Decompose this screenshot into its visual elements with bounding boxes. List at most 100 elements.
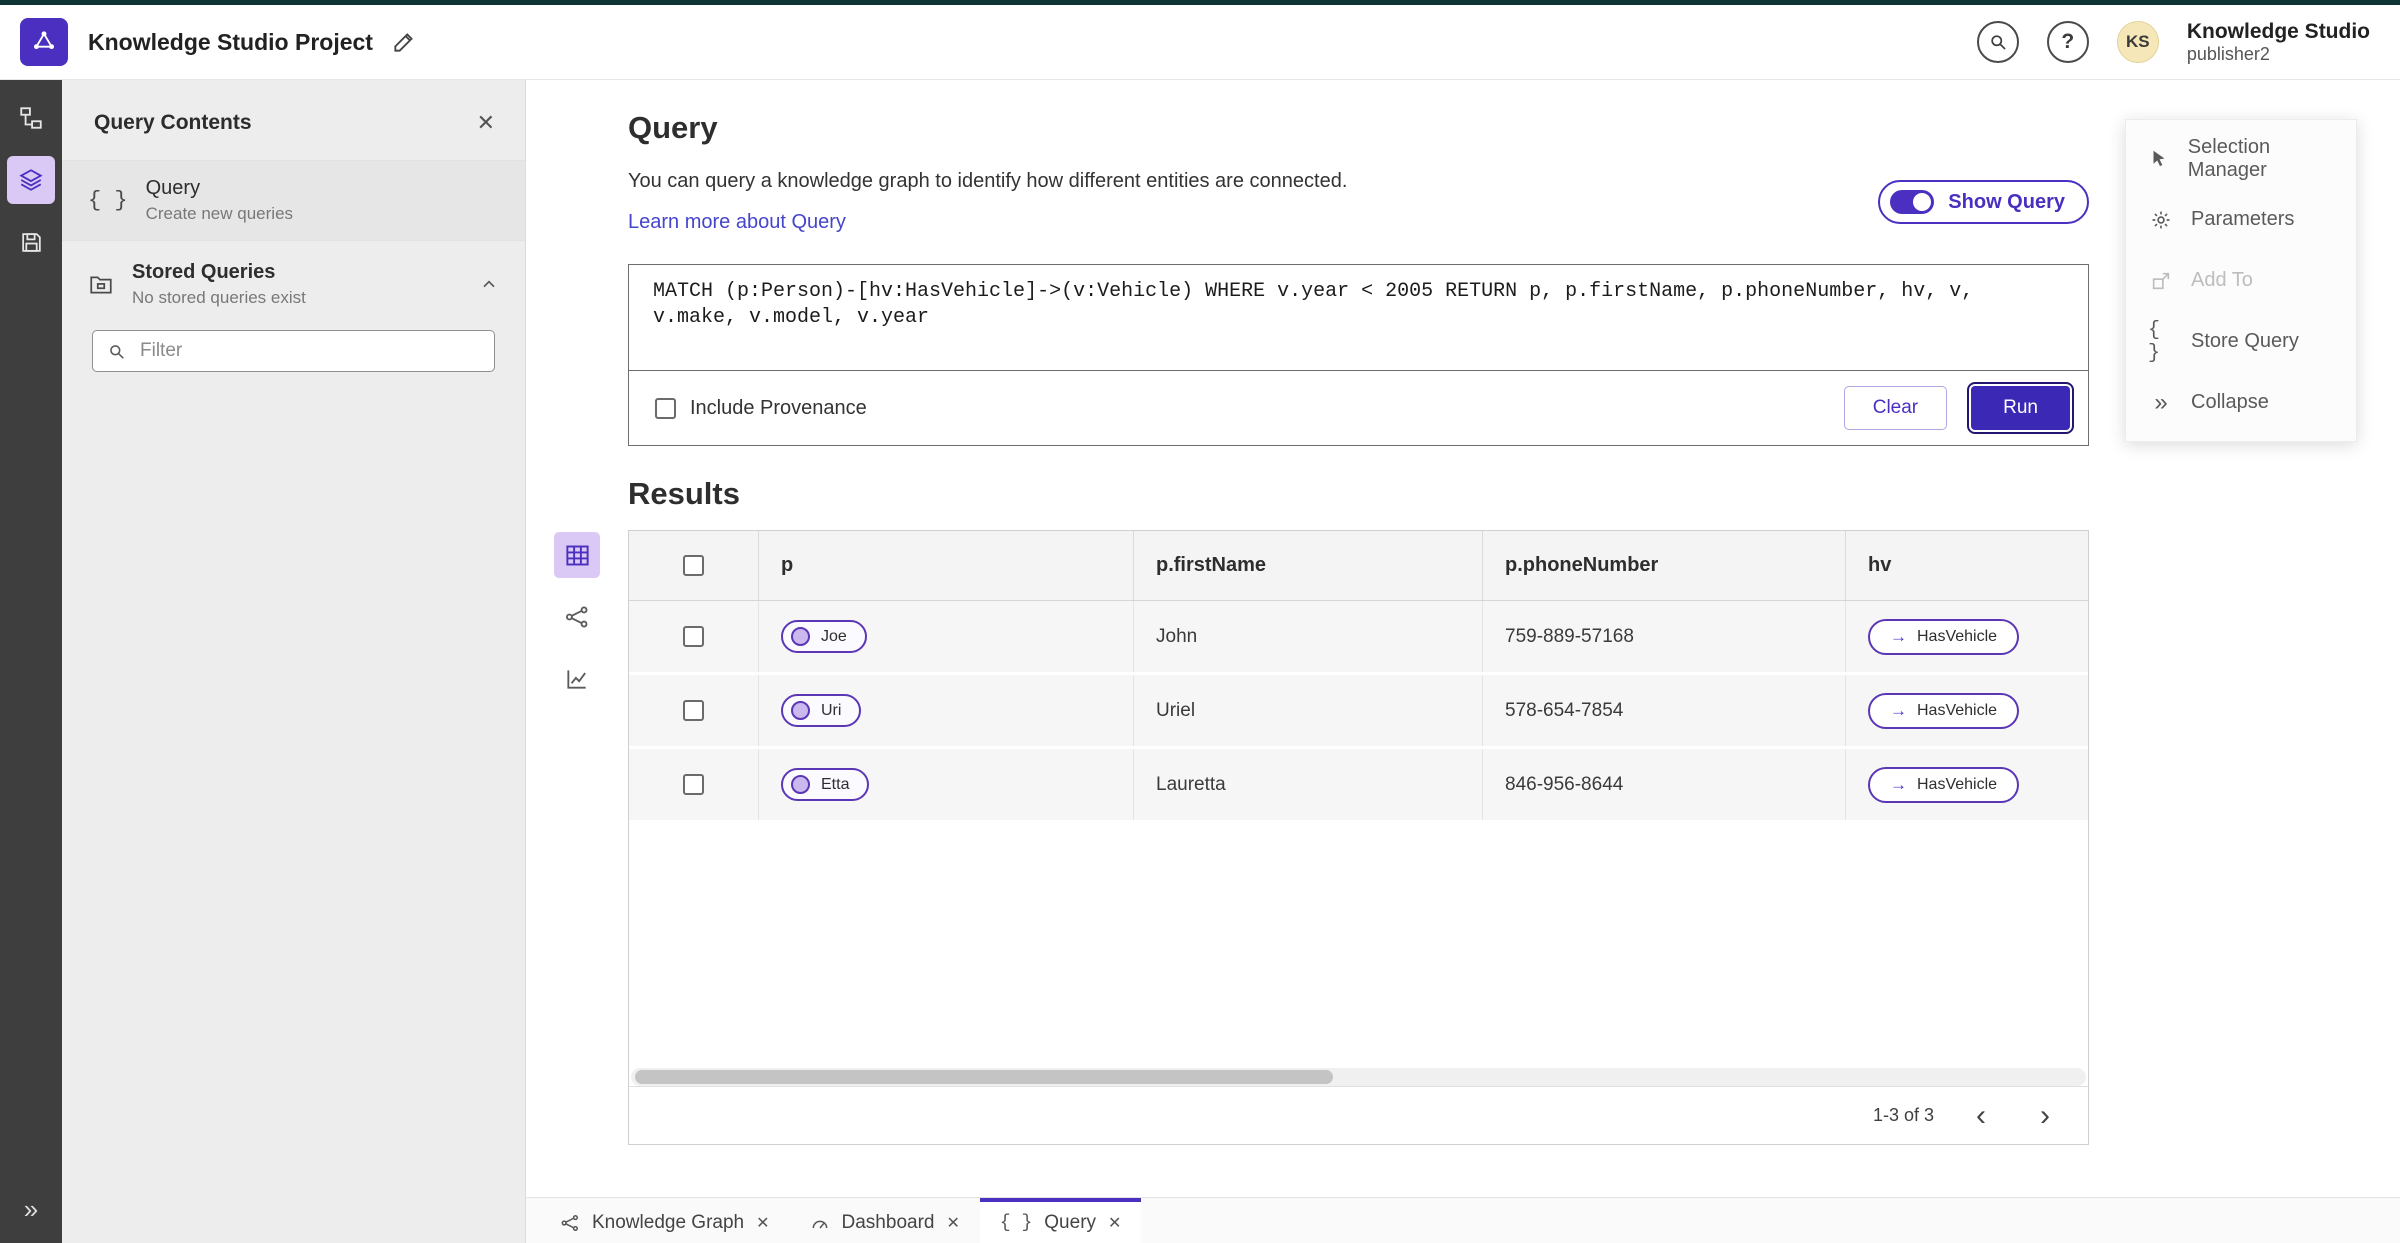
left-icon-rail: »	[0, 80, 62, 1243]
learn-more-link[interactable]: Learn more about Query	[628, 211, 1347, 234]
results-table: p p.firstName p.phoneNumber hv Joe John …	[628, 530, 2089, 1145]
edge-pill[interactable]: → HasVehicle	[1868, 618, 2020, 655]
help-glyph: ?	[2061, 30, 2075, 53]
filter-search-icon	[107, 342, 126, 361]
braces-icon: { }	[88, 188, 128, 213]
table-row: Joe John 759-889-57168 → HasVehicle	[629, 601, 2088, 675]
cell-phonenumber: 846-956-8644	[1483, 749, 1846, 820]
braces-icon: { }	[2148, 318, 2161, 365]
show-query-toggle[interactable]: Show Query	[1878, 180, 2089, 224]
collapse-icon: »	[2154, 388, 2168, 416]
scrollbar-thumb[interactable]	[635, 1070, 1334, 1084]
edge-pill[interactable]: → HasVehicle	[1868, 766, 2020, 803]
close-tab-icon[interactable]: ✕	[756, 1213, 769, 1233]
entity-pill[interactable]: Joe	[781, 620, 867, 653]
layers-view-icon[interactable]	[7, 156, 55, 204]
help-button[interactable]: ?	[2046, 21, 2089, 63]
panel-close-icon[interactable]: ✕	[477, 110, 495, 136]
entity-label: Uri	[821, 701, 842, 719]
stored-queries-header[interactable]: Stored Queries No stored queries exist	[62, 241, 525, 322]
edge-pill[interactable]: → HasVehicle	[1868, 692, 2020, 729]
select-all-checkbox[interactable]	[683, 555, 704, 576]
toggle-knob	[1913, 193, 1932, 211]
product-name: Knowledge Studio	[2186, 19, 2370, 43]
sidebar-item-query[interactable]: { } Query Create new queries	[62, 160, 525, 241]
cell-phonenumber: 578-654-7854	[1483, 675, 1846, 746]
cell-phonenumber: 759-889-57168	[1483, 601, 1846, 672]
row-checkbox[interactable]	[683, 774, 704, 795]
column-header-phonenumber[interactable]: p.phoneNumber	[1483, 531, 1846, 600]
column-header-hv[interactable]: hv	[1846, 531, 2088, 600]
menu-item-add-to: Add To	[2126, 250, 2356, 311]
column-header-firstname[interactable]: p.firstName	[1134, 531, 1483, 600]
arrow-right-icon: →	[1890, 775, 1907, 794]
entity-label: Joe	[821, 627, 847, 645]
toggle-track	[1890, 190, 1935, 214]
knowledge-graph-icon	[560, 1213, 580, 1233]
entity-pill[interactable]: Etta	[781, 768, 870, 801]
menu-item-selection-manager[interactable]: Selection Manager	[2126, 128, 2356, 189]
menu-item-parameters[interactable]: Parameters	[2126, 189, 2356, 250]
include-provenance-label: Include Provenance	[690, 396, 867, 419]
bottom-tab-strip: Knowledge Graph ✕ Dashboard ✕ { } Query …	[526, 1197, 2400, 1243]
tab-label: Dashboard	[841, 1211, 935, 1233]
query-page-title: Query	[628, 110, 718, 145]
arrow-right-icon: →	[1890, 701, 1907, 720]
menu-label: Selection Manager	[2187, 135, 2271, 181]
run-button[interactable]: Run	[1967, 382, 2074, 434]
next-page-button[interactable]: ›	[2028, 1099, 2062, 1133]
add-to-icon	[2148, 270, 2174, 292]
filter-input[interactable]	[138, 339, 480, 363]
user-avatar[interactable]: KS	[2116, 21, 2159, 63]
prev-page-button[interactable]: ‹	[1964, 1099, 1998, 1133]
entity-node-icon	[791, 775, 810, 794]
menu-label: Store Query	[2191, 330, 2299, 352]
table-empty-area	[629, 823, 2088, 1068]
entity-node-icon	[791, 627, 810, 646]
menu-item-store-query[interactable]: { } Store Query	[2126, 311, 2356, 372]
include-provenance-checkbox[interactable]	[655, 397, 676, 419]
tab-label: Query	[1044, 1211, 1097, 1233]
entity-pill[interactable]: Uri	[781, 694, 862, 727]
project-title: Knowledge Studio Project	[88, 28, 373, 55]
save-icon[interactable]	[7, 218, 55, 266]
menu-label: Add To	[2191, 269, 2253, 291]
tab-label: Knowledge Graph	[592, 1211, 745, 1233]
close-tab-icon[interactable]: ✕	[1108, 1213, 1121, 1233]
query-input[interactable]: MATCH (p:Person)-[hv:HasVehicle]->(v:Veh…	[629, 265, 2088, 371]
graph-view-icon[interactable]	[554, 594, 600, 640]
arrow-right-icon: →	[1890, 627, 1907, 646]
tab-dashboard[interactable]: Dashboard ✕	[790, 1198, 980, 1243]
cell-firstname: Lauretta	[1134, 749, 1483, 820]
pagination-bar: 1-3 of 3 ‹ ›	[629, 1086, 2088, 1144]
model-view-icon[interactable]	[7, 94, 55, 142]
clear-button[interactable]: Clear	[1843, 386, 1948, 430]
edit-title-icon[interactable]	[391, 29, 417, 55]
entity-node-icon	[791, 701, 810, 720]
avatar-initials: KS	[2126, 32, 2150, 51]
edge-label: HasVehicle	[1917, 701, 1998, 719]
column-header-p[interactable]: p	[759, 531, 1134, 600]
expand-rail-icon[interactable]: »	[24, 1194, 38, 1225]
tab-query[interactable]: { } Query ✕	[979, 1198, 1142, 1243]
row-checkbox[interactable]	[683, 626, 704, 647]
cell-firstname: John	[1134, 601, 1483, 672]
selection-manager-icon	[2148, 148, 2171, 170]
menu-item-collapse[interactable]: » Collapse	[2126, 372, 2356, 433]
row-checkbox[interactable]	[683, 700, 704, 721]
horizontal-scrollbar[interactable]	[631, 1068, 2086, 1086]
query-item-description: Create new queries	[145, 204, 294, 223]
entity-label: Etta	[821, 775, 850, 793]
tab-knowledge-graph[interactable]: Knowledge Graph ✕	[540, 1198, 790, 1243]
close-tab-icon[interactable]: ✕	[946, 1213, 959, 1233]
table-row: Etta Lauretta 846-956-8644 → HasVehicle	[629, 749, 2088, 823]
pagination-label: 1-3 of 3	[1872, 1105, 1934, 1125]
chart-view-icon[interactable]	[554, 656, 600, 702]
menu-label: Parameters	[2191, 208, 2295, 230]
stored-queries-description: No stored queries exist	[132, 288, 306, 307]
query-description: You can query a knowledge graph to ident…	[628, 170, 1348, 192]
chevron-up-icon[interactable]	[479, 275, 499, 295]
results-view-toolbar	[554, 530, 628, 1145]
table-view-icon[interactable]	[554, 532, 600, 578]
search-button[interactable]	[1976, 21, 2019, 63]
